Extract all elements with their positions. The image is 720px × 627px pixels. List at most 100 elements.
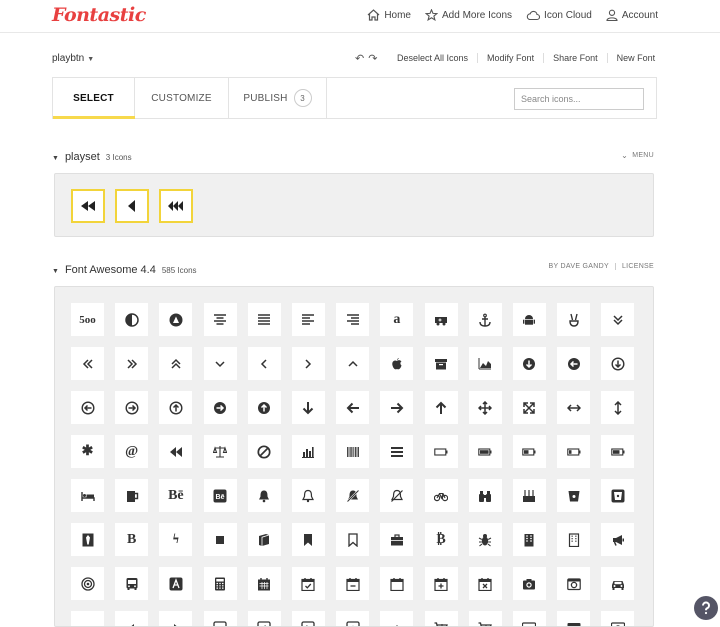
caret-right-icon[interactable] — [159, 611, 193, 626]
align-center-icon[interactable] — [203, 303, 237, 336]
angle-right-icon[interactable] — [291, 347, 325, 380]
fast-backward-icon[interactable] — [71, 189, 105, 223]
book-icon[interactable] — [247, 523, 281, 556]
battery-empty-icon[interactable] — [424, 435, 458, 468]
btc-icon[interactable]: ₿ — [424, 523, 458, 556]
500px-icon[interactable]: 5oo — [71, 303, 104, 336]
angle-double-left-icon[interactable] — [71, 347, 104, 380]
deselect-all-icons-link[interactable]: Deselect All Icons — [388, 53, 477, 63]
bus-icon[interactable] — [115, 567, 149, 600]
cc-diners-club-icon[interactable] — [601, 611, 635, 626]
battery-full-icon[interactable] — [468, 435, 502, 468]
barcode-icon[interactable] — [336, 435, 370, 468]
fontastic-logo[interactable]: Fontastic — [52, 4, 146, 26]
bell-o-icon[interactable] — [291, 479, 325, 512]
caret-square-o-up-icon[interactable] — [336, 611, 370, 626]
redo-icon[interactable]: ↷ — [368, 52, 377, 65]
angle-up-icon[interactable] — [336, 347, 370, 380]
behance-square-icon[interactable]: Bē — [203, 479, 237, 512]
bold-icon[interactable]: B — [115, 523, 149, 556]
nav-add-more-icons[interactable]: Add More Icons — [425, 9, 512, 21]
building-o-icon[interactable] — [557, 523, 591, 556]
arrow-circle-up-icon[interactable] — [247, 391, 281, 424]
arrow-circle-o-up-icon[interactable] — [159, 391, 193, 424]
caret-left-icon[interactable] — [115, 611, 149, 626]
cart-plus-icon[interactable] — [468, 611, 502, 626]
backward-icon[interactable] — [159, 435, 193, 468]
arrow-down-icon[interactable] — [291, 391, 325, 424]
ambulance-icon[interactable] — [424, 303, 458, 336]
arrows-icon[interactable] — [468, 391, 502, 424]
bicycle-icon[interactable] — [424, 479, 458, 512]
arrows-h-icon[interactable] — [557, 391, 591, 424]
ban-icon[interactable] — [247, 435, 281, 468]
bookmark-icon[interactable] — [291, 523, 325, 556]
archive-icon[interactable] — [424, 347, 458, 380]
font-awesome-header[interactable]: ▼ Font Awesome 4.4 585 Icons — [52, 264, 197, 276]
angle-double-up-icon[interactable] — [159, 347, 193, 380]
area-chart-icon[interactable] — [468, 347, 502, 380]
bell-slash-icon[interactable] — [336, 479, 370, 512]
rewind-icon[interactable] — [159, 189, 193, 223]
align-right-icon[interactable] — [336, 303, 370, 336]
arrows-alt-icon[interactable] — [512, 391, 546, 424]
adjust-icon[interactable] — [115, 303, 149, 336]
author-credit[interactable]: BY DAVE GANDY — [543, 263, 615, 270]
help-button[interactable] — [694, 596, 718, 620]
bookmark-o-icon[interactable] — [336, 523, 370, 556]
cc-amex-icon[interactable] — [557, 611, 591, 626]
align-justify-icon[interactable] — [247, 303, 281, 336]
beer-icon[interactable] — [115, 479, 149, 512]
calendar-o-icon[interactable] — [380, 567, 414, 600]
arrow-left-icon[interactable] — [336, 391, 370, 424]
calendar-icon[interactable] — [247, 567, 281, 600]
camera-retro-icon[interactable] — [557, 567, 591, 600]
bug-icon[interactable] — [468, 523, 502, 556]
black-tie-icon[interactable] — [71, 523, 104, 556]
battery-three-quarters-icon[interactable] — [601, 435, 635, 468]
backward-icon[interactable] — [115, 189, 149, 223]
align-left-icon[interactable] — [291, 303, 325, 336]
playset-header[interactable]: ▼ playset 3 Icons — [52, 151, 132, 163]
bitbucket-icon[interactable] — [557, 479, 591, 512]
undo-icon[interactable]: ↶ — [355, 52, 364, 65]
bar-chart-icon[interactable] — [291, 435, 325, 468]
calendar-minus-o-icon[interactable] — [336, 567, 370, 600]
briefcase-icon[interactable] — [380, 523, 414, 556]
angle-double-right-icon[interactable] — [115, 347, 149, 380]
bomb-icon[interactable] — [203, 523, 237, 556]
at-icon[interactable]: @ — [115, 435, 149, 468]
cart-arrow-down-icon[interactable] — [424, 611, 458, 626]
calendar-plus-o-icon[interactable] — [424, 567, 458, 600]
font-name-dropdown[interactable]: playbtn ▼ — [52, 53, 94, 64]
search-icons-input[interactable] — [514, 88, 644, 110]
building-icon[interactable] — [512, 523, 546, 556]
birthday-cake-icon[interactable] — [512, 479, 546, 512]
behance-icon[interactable]: Bē — [159, 479, 193, 512]
caret-up-icon[interactable] — [380, 611, 414, 626]
modify-font-link[interactable]: Modify Font — [477, 53, 543, 63]
battery-quarter-icon[interactable] — [557, 435, 591, 468]
balance-scale-icon[interactable] — [203, 435, 237, 468]
anchor-icon[interactable] — [468, 303, 502, 336]
binoculars-icon[interactable] — [468, 479, 502, 512]
calendar-times-o-icon[interactable] — [468, 567, 502, 600]
bed-icon[interactable] — [71, 479, 104, 512]
android-icon[interactable] — [512, 303, 546, 336]
caret-square-o-down-icon[interactable] — [203, 611, 237, 626]
angle-double-down-icon[interactable] — [601, 303, 635, 336]
bell-slash-o-icon[interactable] — [380, 479, 414, 512]
buysellads-icon[interactable] — [159, 567, 193, 600]
arrows-v-icon[interactable] — [601, 391, 635, 424]
new-font-link[interactable]: New Font — [606, 53, 665, 63]
license-link[interactable]: LICENSE — [614, 263, 654, 270]
calculator-icon[interactable] — [203, 567, 237, 600]
caret-square-o-right-icon[interactable] — [291, 611, 325, 626]
bullhorn-icon[interactable] — [601, 523, 635, 556]
angle-left-icon[interactable] — [247, 347, 281, 380]
arrow-circle-o-left-icon[interactable] — [71, 391, 104, 424]
tab-customize[interactable]: CUSTOMIZE — [135, 78, 229, 118]
nav-icon-cloud[interactable]: Icon Cloud — [526, 9, 592, 21]
arrow-circle-o-right-icon[interactable] — [115, 391, 149, 424]
tab-select[interactable]: SELECT — [53, 78, 135, 119]
